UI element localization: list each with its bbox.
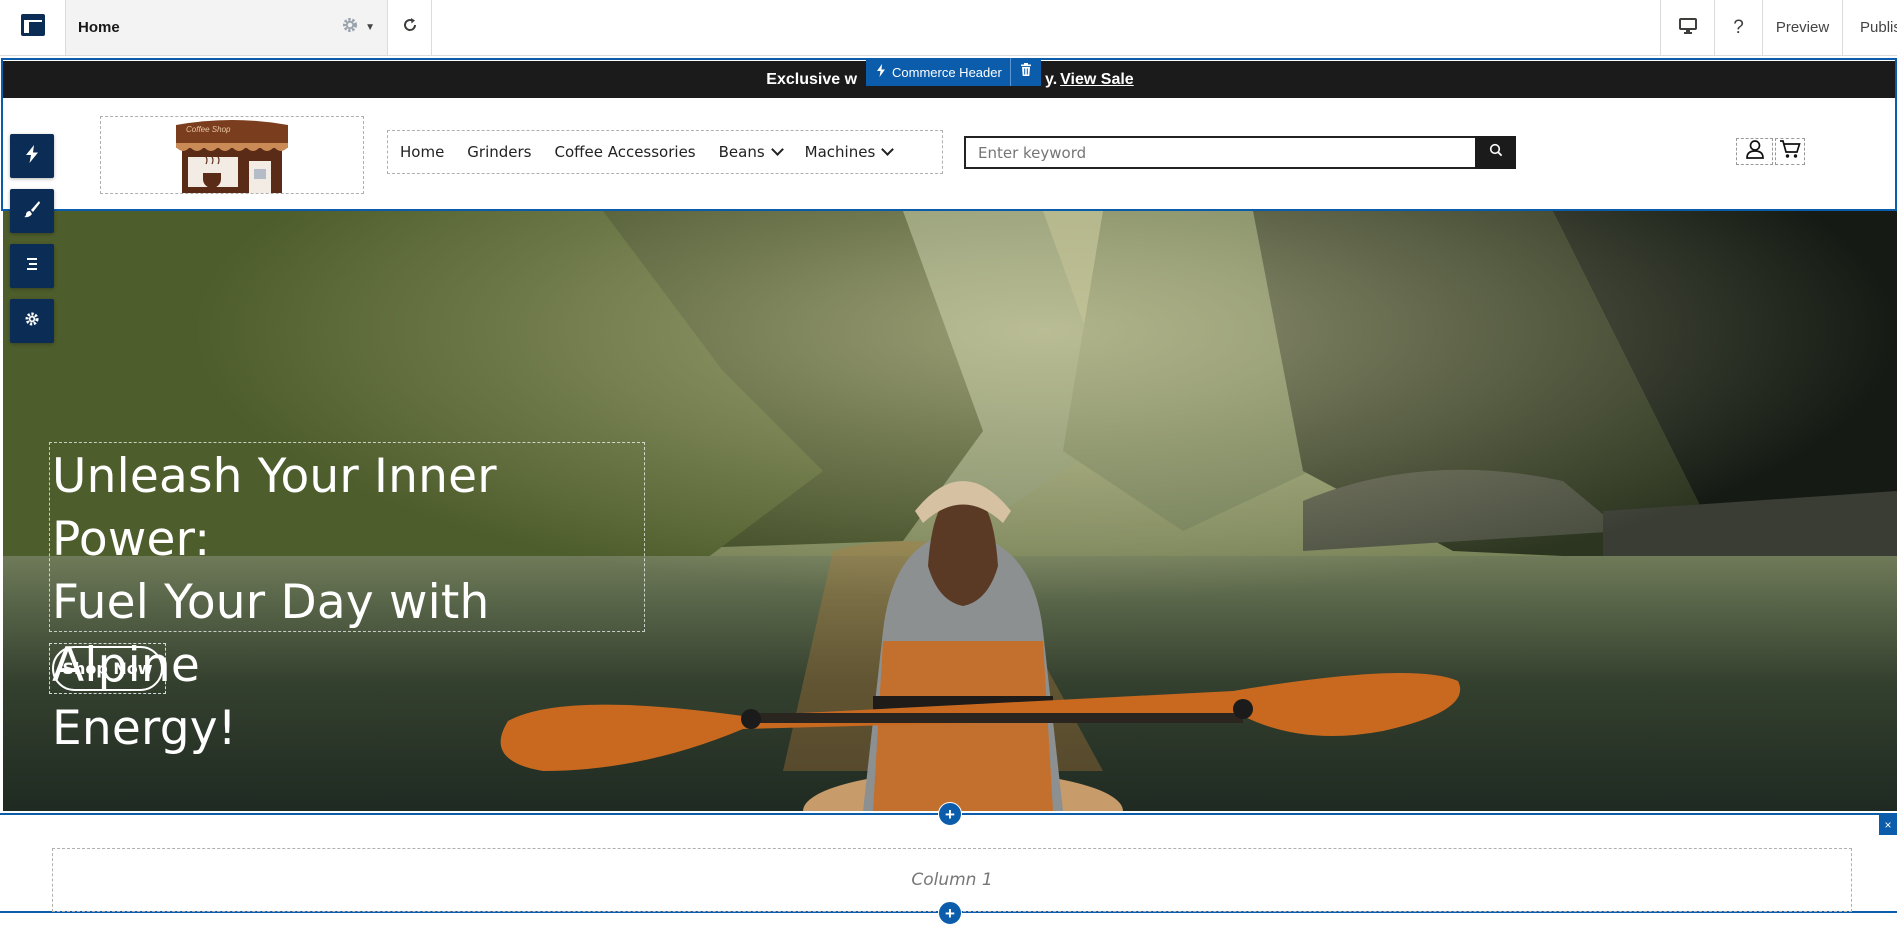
trash-icon [1020,63,1032,81]
chevron-down-icon [881,143,895,156]
help-icon: ? [1733,16,1744,38]
nav-item-beans[interactable]: Beans [718,143,784,161]
column-label: Column 1 [911,870,993,890]
main-navigation: Home Grinders Coffee Accessories Beans M… [387,130,943,174]
announcement-text-end: y. [1045,70,1058,88]
component-name: Commerce Header [892,64,1002,80]
search-input[interactable] [964,136,1475,169]
builder-toolbar: Home ▼ ? Preview Publis [0,0,1897,56]
nav-item-machines[interactable]: Machines [804,143,895,161]
refresh-icon [401,16,419,39]
caret-down-icon: ▼ [365,22,375,33]
nav-item-label: Home [400,143,445,161]
layout-menu-button[interactable] [0,0,66,55]
device-preview-button[interactable] [1660,0,1714,55]
view-sale-link[interactable]: View Sale [1060,71,1134,89]
brush-icon [23,200,41,223]
hero-heading: Unleash Your Inner Power: Fuel Your Day … [52,445,642,760]
add-section-button[interactable]: + [938,802,962,826]
hero-heading-slot[interactable]: Unleash Your Inner Power: Fuel Your Day … [49,442,645,756]
logo-text: Coffee Shop [186,125,231,134]
hero-heading-line: Unleash Your Inner Power: [52,449,497,567]
hero-banner[interactable]: Unleash Your Inner Power: Fuel Your Day … [3,211,1897,811]
user-icon [1745,139,1765,164]
refresh-button[interactable] [388,0,432,55]
column-section[interactable]: Column 1 × [0,813,1897,913]
search-bar [964,136,1516,169]
section-close-button[interactable]: × [1879,815,1897,835]
commerce-header[interactable]: Coffee Shop Home Grinders Coffee Accesso… [3,98,1897,209]
search-button[interactable] [1475,136,1516,169]
delete-component-button[interactable] [1010,58,1041,86]
nav-item-label: Coffee Accessories [554,143,696,161]
desktop-icon [1678,17,1697,38]
component-name-tag[interactable]: Commerce Header [866,58,1011,86]
shop-now-button[interactable]: Shop Now [52,646,163,691]
bolt-icon [876,64,886,80]
cart-icon [1779,139,1801,164]
components-tool-button[interactable] [10,134,54,178]
theme-tool-button[interactable] [10,189,54,233]
page-structure-tool-button[interactable] [10,244,54,288]
nav-item-label: Machines [804,143,876,161]
gear-icon [341,16,359,39]
builder-side-tools [10,134,55,343]
nav-item-label: Grinders [467,143,532,161]
page-settings-button[interactable]: ▼ [341,16,375,39]
nav-item-label: Beans [718,143,765,161]
page-selector[interactable]: Home ▼ [66,0,388,55]
nav-item-grinders[interactable]: Grinders [467,143,531,161]
nav-item-home[interactable]: Home [400,143,444,161]
announcement-text-start: Exclusive w [766,70,858,88]
settings-tool-button[interactable] [10,299,54,343]
search-icon [1489,143,1503,162]
publish-button[interactable]: Publis [1842,0,1897,55]
nav-item-coffee-accessories[interactable]: Coffee Accessories [555,143,696,161]
component-label: Commerce Header [866,58,1041,86]
bolt-icon [25,144,39,168]
cart-button[interactable] [1775,138,1805,165]
layout-icon [20,13,46,42]
page-name: Home [78,19,120,36]
logo-slot[interactable]: Coffee Shop [100,116,364,194]
help-button[interactable]: ? [1714,0,1762,55]
hero-heading-line: Energy! [52,701,237,756]
account-button[interactable] [1736,138,1773,165]
shop-logo: Coffee Shop [176,117,288,193]
shop-now-slot: Shop Now [49,643,166,694]
list-icon [24,256,40,277]
chevron-down-icon [770,143,784,156]
add-section-button[interactable]: + [938,901,962,925]
preview-button[interactable]: Preview [1762,0,1842,55]
gear-icon [24,311,40,332]
editor-canvas: Exclusive w y. View Sale Commerce Header [0,56,1897,927]
